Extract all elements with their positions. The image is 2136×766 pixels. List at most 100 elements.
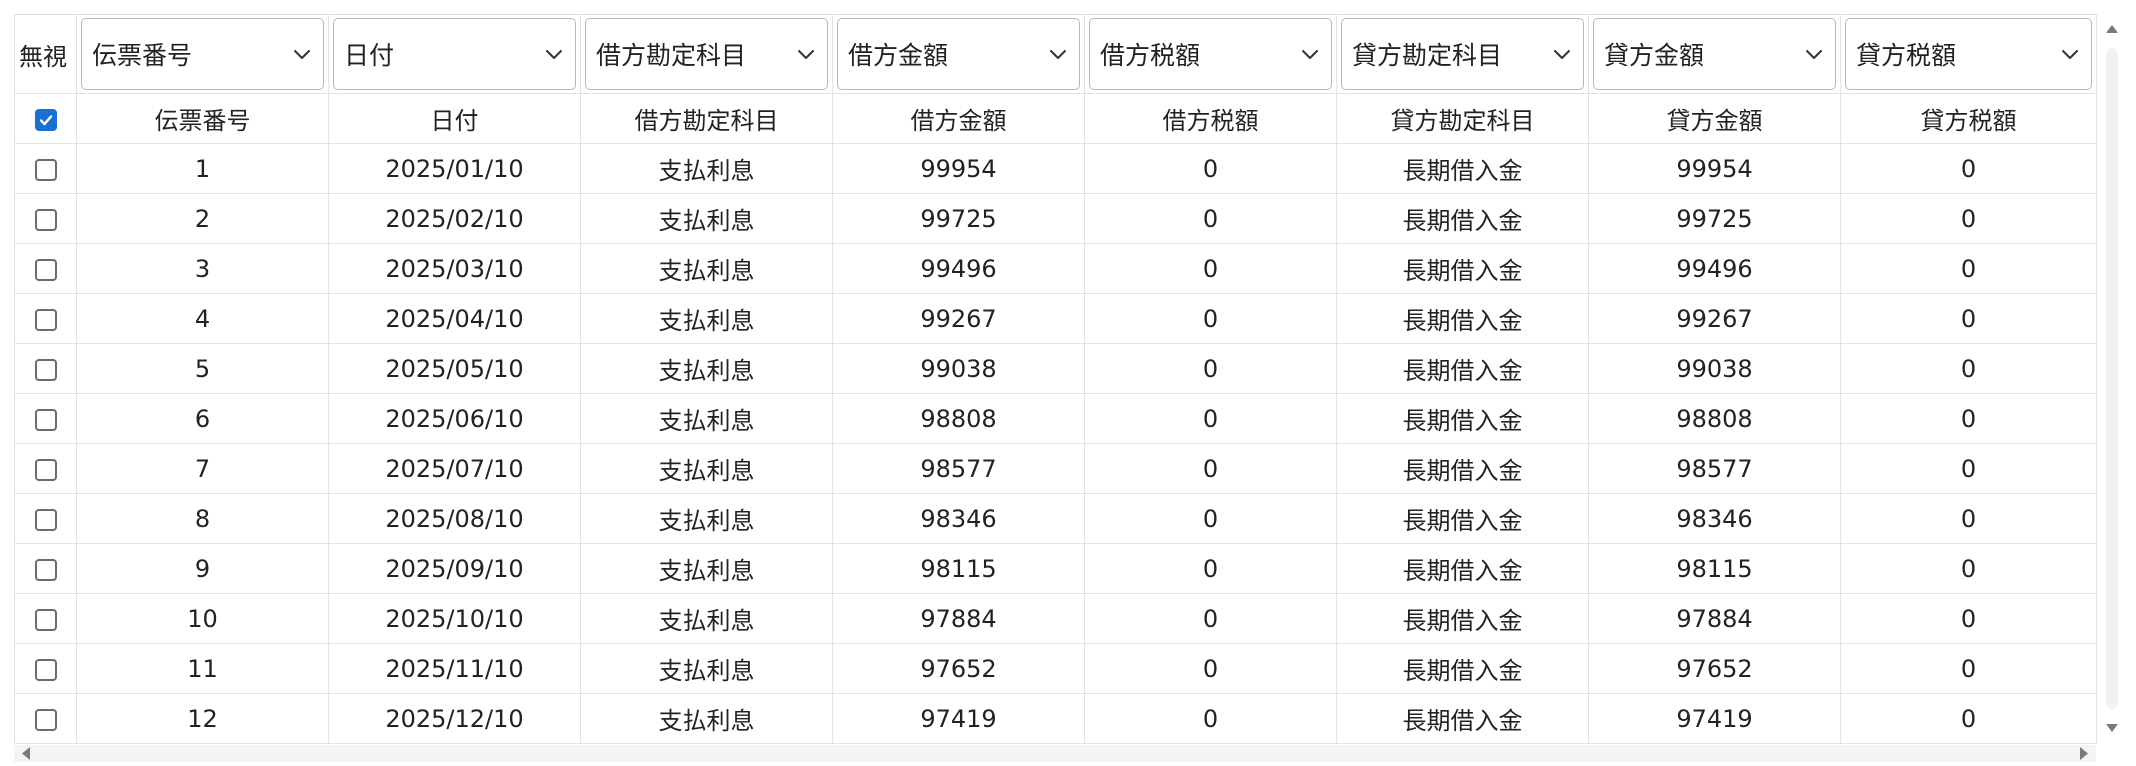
ignore-cell xyxy=(14,293,77,344)
cell-date: 2025/08/10 xyxy=(328,493,581,544)
vertical-scrollbar[interactable] xyxy=(2100,14,2124,743)
select-all-cell xyxy=(14,93,77,144)
cell-credit-tax: 0 xyxy=(1840,443,2097,494)
column-mapping-row: 無視 伝票番号 日付 借方勘定科目 借方金額 借方税額 貸方勘定科目 貸方金額 貸方税額 xyxy=(14,14,2097,94)
ignore-row-checkbox[interactable] xyxy=(34,458,57,481)
column-mapping-cell: 借方税額 xyxy=(1084,14,1337,94)
ignore-row-checkbox[interactable] xyxy=(34,558,57,581)
ignore-cell xyxy=(14,643,77,694)
scroll-down-arrow-icon[interactable] xyxy=(2103,719,2121,737)
cell-credit-amount: 99725 xyxy=(1588,193,1841,244)
column-mapping-cell: 貸方勘定科目 xyxy=(1336,14,1589,94)
cell-debit-amount: 97419 xyxy=(832,693,1085,744)
table-row: 6 2025/06/10 支払利息 98808 0 長期借入金 98808 0 xyxy=(14,393,2097,444)
cell-debit-amount: 98577 xyxy=(832,443,1085,494)
column-mapping-value: 借方税額 xyxy=(1100,41,1201,70)
ignore-row-checkbox[interactable] xyxy=(34,608,57,631)
column-mapping-value: 貸方金額 xyxy=(1604,41,1705,70)
cell-voucher-no: 2 xyxy=(76,193,329,244)
cell-credit-account: 長期借入金 xyxy=(1336,243,1589,294)
ignore-row-checkbox[interactable] xyxy=(34,358,57,381)
cell-voucher-no: 9 xyxy=(76,543,329,594)
column-mapping-select-debit-amount[interactable]: 借方金額 xyxy=(837,18,1080,90)
cell-debit-account: 支払利息 xyxy=(580,643,833,694)
ignore-row-checkbox[interactable] xyxy=(34,708,57,731)
cell-debit-tax: 0 xyxy=(1084,293,1337,344)
ignore-cell xyxy=(14,243,77,294)
column-mapping-select-date[interactable]: 日付 xyxy=(333,18,576,90)
vertical-scroll-thumb[interactable] xyxy=(2106,48,2118,709)
cell-credit-account: 長期借入金 xyxy=(1336,443,1589,494)
ignore-row-checkbox[interactable] xyxy=(34,158,57,181)
cell-credit-account: 長期借入金 xyxy=(1336,143,1589,194)
cell-debit-amount: 99496 xyxy=(832,243,1085,294)
cell-credit-amount: 99496 xyxy=(1588,243,1841,294)
table-row: 11 2025/11/10 支払利息 97652 0 長期借入金 97652 0 xyxy=(14,643,2097,694)
cell-debit-account: 支払利息 xyxy=(580,343,833,394)
cell-date: 2025/10/10 xyxy=(328,593,581,644)
column-mapping-select-credit-tax[interactable]: 貸方税額 xyxy=(1845,18,2092,90)
table-row: 12 2025/12/10 支払利息 97419 0 長期借入金 97419 0 xyxy=(14,693,2097,744)
cell-credit-account: 長期借入金 xyxy=(1336,693,1589,744)
cell-credit-tax: 0 xyxy=(1840,143,2097,194)
cell-debit-tax: 0 xyxy=(1084,243,1337,294)
cell-credit-account: 長期借入金 xyxy=(1336,393,1589,444)
cell-date: 2025/06/10 xyxy=(328,393,581,444)
cell-credit-tax: 0 xyxy=(1840,193,2097,244)
ignore-cell xyxy=(14,493,77,544)
cell-voucher-no: 5 xyxy=(76,343,329,394)
column-header-credit-account: 貸方勘定科目 xyxy=(1336,93,1589,144)
cell-debit-amount: 97884 xyxy=(832,593,1085,644)
cell-debit-account: 支払利息 xyxy=(580,443,833,494)
ignore-column-label: 無視 xyxy=(14,14,77,94)
ignore-cell xyxy=(14,693,77,744)
cell-credit-tax: 0 xyxy=(1840,643,2097,694)
column-header-debit-amount: 借方金額 xyxy=(832,93,1085,144)
cell-debit-account: 支払利息 xyxy=(580,143,833,194)
ignore-row-checkbox[interactable] xyxy=(34,408,57,431)
cell-debit-amount: 99267 xyxy=(832,293,1085,344)
ignore-row-checkbox[interactable] xyxy=(34,208,57,231)
ignore-row-checkbox[interactable] xyxy=(34,508,57,531)
column-mapping-select-debit-tax[interactable]: 借方税額 xyxy=(1089,18,1332,90)
select-all-checkbox[interactable] xyxy=(34,108,57,131)
cell-credit-account: 長期借入金 xyxy=(1336,643,1589,694)
column-mapping-select-voucher-no[interactable]: 伝票番号 xyxy=(81,18,324,90)
cell-voucher-no: 11 xyxy=(76,643,329,694)
cell-credit-account: 長期借入金 xyxy=(1336,593,1589,644)
scroll-up-arrow-icon[interactable] xyxy=(2103,20,2121,38)
cell-credit-amount: 99267 xyxy=(1588,293,1841,344)
horizontal-scrollbar[interactable] xyxy=(14,745,2096,762)
table-row: 10 2025/10/10 支払利息 97884 0 長期借入金 97884 0 xyxy=(14,593,2097,644)
scroll-right-arrow-icon[interactable] xyxy=(2076,745,2092,762)
column-mapping-select-credit-amount[interactable]: 貸方金額 xyxy=(1593,18,1836,90)
ignore-row-checkbox[interactable] xyxy=(34,658,57,681)
cell-credit-amount: 98577 xyxy=(1588,443,1841,494)
cell-credit-account: 長期借入金 xyxy=(1336,343,1589,394)
cell-debit-tax: 0 xyxy=(1084,593,1337,644)
ignore-row-checkbox[interactable] xyxy=(34,258,57,281)
cell-debit-tax: 0 xyxy=(1084,393,1337,444)
cell-credit-tax: 0 xyxy=(1840,343,2097,394)
column-mapping-value: 貸方勘定科目 xyxy=(1352,41,1503,70)
column-mapping-cell: 借方金額 xyxy=(832,14,1085,94)
column-mapping-value: 貸方税額 xyxy=(1856,41,1957,70)
cell-debit-amount: 99725 xyxy=(832,193,1085,244)
column-mapping-select-credit-account[interactable]: 貸方勘定科目 xyxy=(1341,18,1584,90)
cell-credit-account: 長期借入金 xyxy=(1336,543,1589,594)
header-row: 伝票番号 日付 借方勘定科目 借方金額 借方税額 貸方勘定科目 貸方金額 貸方税額 xyxy=(14,93,2097,144)
table-row: 1 2025/01/10 支払利息 99954 0 長期借入金 99954 0 xyxy=(14,143,2097,194)
ignore-cell xyxy=(14,193,77,244)
journal-import-grid: 無視 伝票番号 日付 借方勘定科目 借方金額 借方税額 貸方勘定科目 貸方金額 貸方税額 伝票… xyxy=(14,14,2097,744)
ignore-row-checkbox[interactable] xyxy=(34,308,57,331)
cell-debit-account: 支払利息 xyxy=(580,543,833,594)
table-row: 8 2025/08/10 支払利息 98346 0 長期借入金 98346 0 xyxy=(14,493,2097,544)
chevron-down-icon xyxy=(1803,43,1825,65)
cell-credit-tax: 0 xyxy=(1840,543,2097,594)
chevron-down-icon xyxy=(795,43,817,65)
cell-debit-tax: 0 xyxy=(1084,493,1337,544)
cell-date: 2025/01/10 xyxy=(328,143,581,194)
scroll-left-arrow-icon[interactable] xyxy=(18,745,34,762)
cell-debit-account: 支払利息 xyxy=(580,193,833,244)
column-mapping-select-debit-account[interactable]: 借方勘定科目 xyxy=(585,18,828,90)
